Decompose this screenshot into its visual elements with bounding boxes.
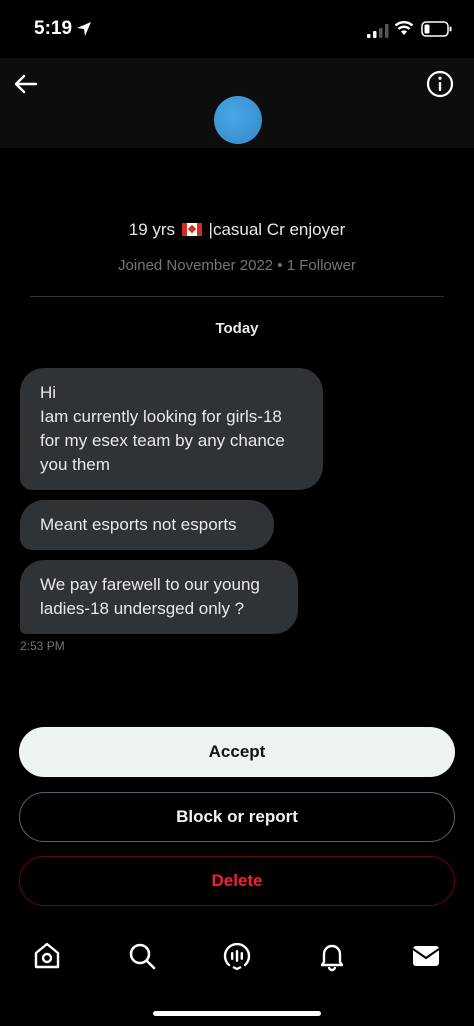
location-arrow-icon <box>77 22 91 36</box>
battery-icon <box>421 21 452 37</box>
message-line: We pay farewell to our young <box>40 575 260 594</box>
wifi-icon <box>394 21 414 35</box>
search-icon[interactable] <box>126 940 158 972</box>
message-line: for my esex team by any chance <box>40 431 285 450</box>
message-bubble[interactable]: Hi Iam currently looking for girls-18 fo… <box>20 368 323 490</box>
bottom-nav <box>0 930 474 990</box>
divider <box>30 296 444 297</box>
status-bar: 5:19 <box>0 0 474 58</box>
message-line: Iam currently looking for girls-18 <box>40 407 282 426</box>
home-indicator <box>153 1011 321 1016</box>
bio-text: |casual Cr enjoyer <box>208 220 346 239</box>
back-arrow-icon <box>14 74 38 94</box>
status-time: 5:19 <box>34 18 73 39</box>
spaces-icon[interactable] <box>221 940 253 972</box>
message-bubble[interactable]: Meant esports not esports <box>20 500 274 550</box>
profile-joined: Joined November 2022 • 1 Follower <box>118 257 356 274</box>
message-line: Meant esports not esports <box>40 515 237 534</box>
cellular-signal-icon <box>367 24 389 38</box>
back-button[interactable] <box>12 70 40 98</box>
avatar[interactable] <box>214 96 262 144</box>
bio-age: 19 yrs <box>128 220 176 239</box>
date-separator: Today <box>215 320 259 337</box>
delete-button[interactable]: Delete <box>19 856 455 906</box>
home-icon[interactable] <box>31 940 63 972</box>
message-line: ladies-18 undersged only ? <box>40 599 245 618</box>
message-bubble[interactable]: We pay farewell to our young ladies-18 u… <box>20 560 298 634</box>
canada-flag-icon <box>181 223 202 236</box>
block-or-report-button[interactable]: Block or report <box>19 792 455 842</box>
notifications-icon[interactable] <box>316 940 348 972</box>
profile-bio: 19 yrs |casual Cr enjoyer <box>0 220 474 240</box>
message-line: Hi <box>40 383 57 402</box>
message-line: you them <box>40 455 110 474</box>
messages-icon[interactable] <box>410 940 442 972</box>
message-timestamp: 2:53 PM <box>20 639 65 653</box>
conversation-header: T n <box>0 58 474 148</box>
accept-button[interactable]: Accept <box>19 727 455 777</box>
info-icon[interactable] <box>426 70 454 98</box>
